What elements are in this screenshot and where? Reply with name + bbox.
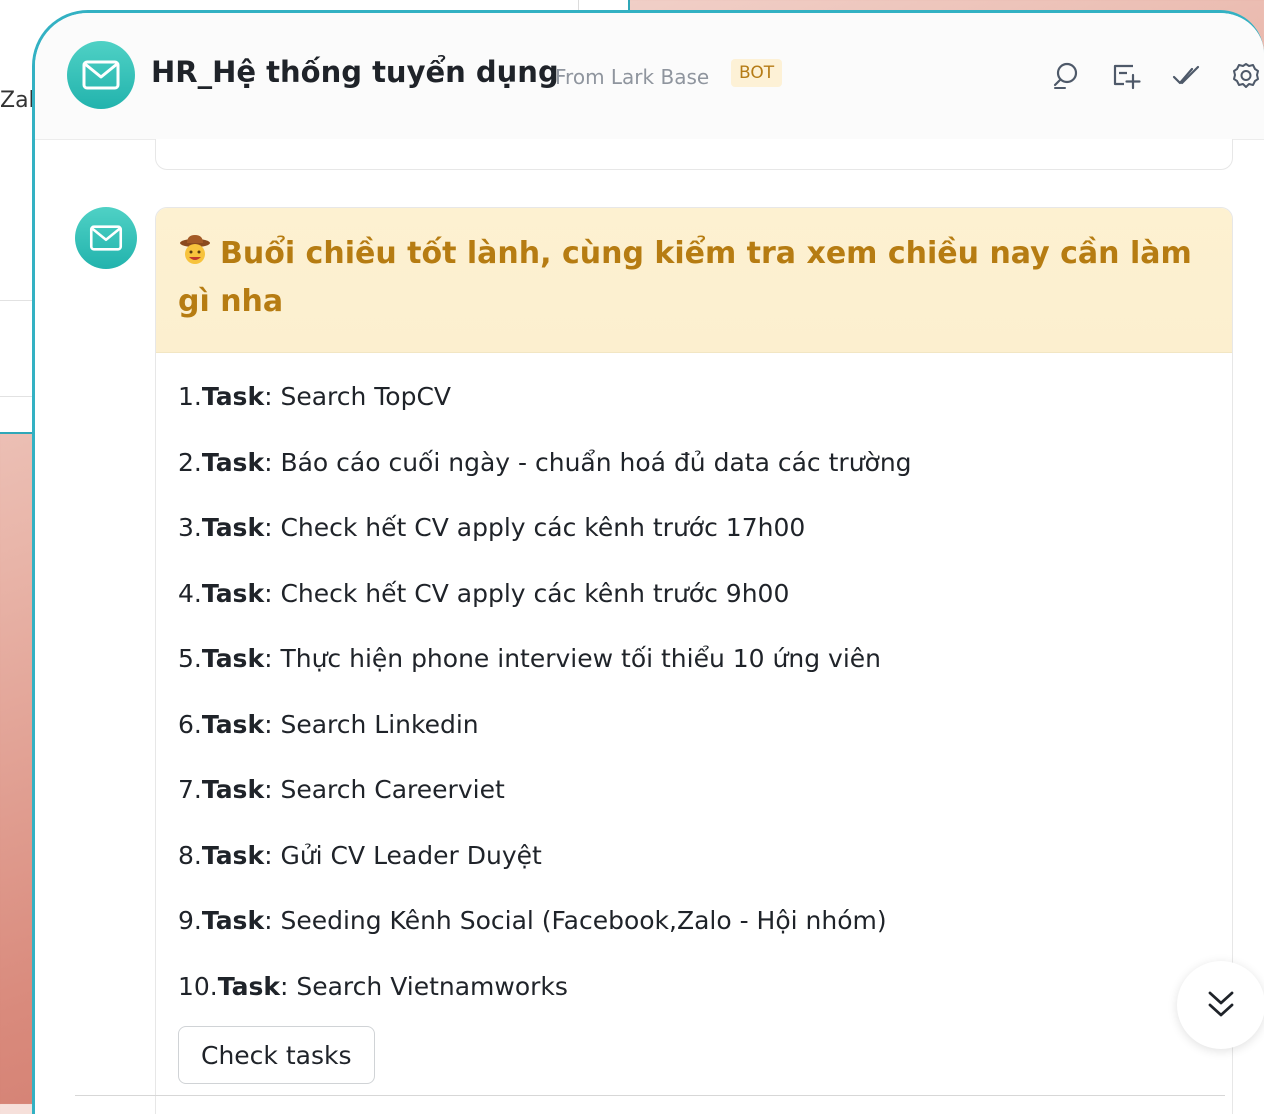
task-number: 2. xyxy=(178,447,202,477)
task-label: Task xyxy=(201,578,265,608)
task-number: 5. xyxy=(178,644,202,673)
task-number: 9. xyxy=(178,906,202,935)
task-text: : Gửi CV Leader Duyệt xyxy=(264,840,542,870)
task-text: : Báo cáo cuối ngày - chuẩn hoá đủ data … xyxy=(264,447,912,477)
task-item: 2.Task: Báo cáo cuối ngày - chuẩn hoá đủ… xyxy=(178,433,1232,499)
task-label: Task xyxy=(201,382,265,411)
cowboy-face-emoji xyxy=(180,235,210,264)
task-number: 8. xyxy=(178,840,202,870)
add-tab-icon[interactable] xyxy=(1111,61,1141,91)
task-item: 6.Task: Search Linkedin xyxy=(178,695,1232,761)
task-text: : Check hết CV apply các kênh trước 9h00 xyxy=(264,578,790,608)
task-item: 4.Task: Check hết CV apply các kênh trướ… xyxy=(178,564,1232,630)
background-divider xyxy=(578,0,579,10)
task-label: Task xyxy=(217,971,280,1001)
task-message-card: Buổi chiều tốt lành, cùng kiểm tra xem c… xyxy=(155,207,1233,1114)
card-title: Buổi chiều tốt lành, cùng kiểm tra xem c… xyxy=(178,230,1208,326)
task-label: Task xyxy=(201,840,265,870)
chat-window: HR_Hệ thống tuyển dụng From Lark Base BO… xyxy=(32,10,1264,1114)
task-label: Task xyxy=(201,644,265,673)
task-text: : Search Vietnamworks xyxy=(279,971,568,1001)
input-divider xyxy=(75,1095,1225,1096)
task-text: : Seeding Kênh Social (Facebook,Zalo - H… xyxy=(264,906,887,935)
task-item: 1.Task: Search TopCV xyxy=(178,367,1232,433)
card-title-text: Buổi chiều tốt lành, cùng kiểm tra xem c… xyxy=(178,236,1192,319)
chat-header: HR_Hệ thống tuyển dụng From Lark Base BO… xyxy=(35,13,1264,140)
task-list: 1.Task: Search TopCV 2.Task: Báo cáo cuối… xyxy=(156,353,1232,1022)
bot-avatar[interactable] xyxy=(67,41,135,109)
task-item: 7.Task: Search Careerviet xyxy=(178,760,1232,826)
task-item: 10.Task: Search Vietnamworks xyxy=(178,957,1232,1023)
task-text: : Search Careerviet xyxy=(264,775,505,804)
task-label: Task xyxy=(201,513,265,542)
previous-message-card xyxy=(155,139,1233,170)
task-label: Task xyxy=(201,906,265,935)
task-item: 9.Task: Seeding Kênh Social (Facebook,Za… xyxy=(178,891,1232,957)
bot-badge: BOT xyxy=(731,59,783,87)
message-avatar[interactable] xyxy=(75,207,137,269)
check-tasks-button[interactable]: Check tasks xyxy=(178,1026,375,1084)
task-number: 1. xyxy=(178,382,202,411)
task-number: 3. xyxy=(178,513,202,542)
task-label: Task xyxy=(201,775,265,804)
task-number: 7. xyxy=(178,775,202,804)
task-number: 10. xyxy=(178,971,218,1001)
task-label: Task xyxy=(201,447,265,477)
task-text: : Check hết CV apply các kênh trước 17h0… xyxy=(264,513,806,542)
task-number: 4. xyxy=(178,578,202,608)
search-icon[interactable] xyxy=(1051,61,1081,91)
double-chevron-down-icon xyxy=(1208,991,1234,1017)
task-text: : Search Linkedin xyxy=(264,709,479,739)
chat-source: From Lark Base xyxy=(555,65,710,89)
task-item: 5.Task: Thực hiện phone interview tối th… xyxy=(178,629,1232,695)
task-item: 3.Task: Check hết CV apply các kênh trướ… xyxy=(178,498,1232,564)
chat-title: HR_Hệ thống tuyển dụng xyxy=(151,55,559,89)
task-item: 8.Task: Gửi CV Leader Duyệt xyxy=(178,826,1232,892)
task-number: 6. xyxy=(178,709,202,739)
checklist-icon[interactable] xyxy=(1171,61,1201,91)
scroll-to-bottom-button[interactable] xyxy=(1177,961,1264,1049)
task-text: : Search TopCV xyxy=(264,382,452,411)
mail-icon xyxy=(82,60,120,90)
card-header: Buổi chiều tốt lành, cùng kiểm tra xem c… xyxy=(156,208,1232,353)
task-label: Task xyxy=(201,709,265,739)
task-text: : Thực hiện phone interview tối thiểu 10… xyxy=(264,644,881,673)
settings-icon[interactable] xyxy=(1231,61,1261,91)
mail-icon xyxy=(89,225,123,251)
